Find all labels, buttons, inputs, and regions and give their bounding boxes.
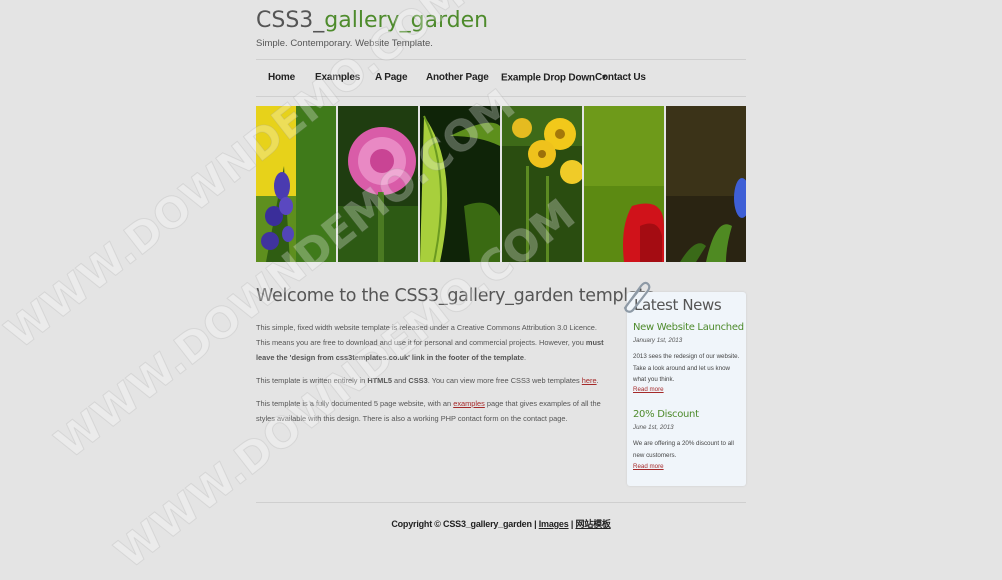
logo-highlight: gallery_garden xyxy=(324,8,489,33)
gallery-image-yellow-daisies[interactable] xyxy=(502,106,582,262)
nav-item-a-page[interactable]: A Page xyxy=(375,60,408,96)
main-nav: Home Examples A Page Another Page Exampl… xyxy=(256,59,746,97)
p1-text: This simple, fixed width website templat… xyxy=(256,323,597,347)
p2-text: This template is written entirely in xyxy=(256,376,368,385)
nav-item-home[interactable]: Home xyxy=(268,60,295,96)
site-logo[interactable]: CSS3_gallery_garden xyxy=(256,8,488,33)
nav-item-contact-us[interactable]: Contact Us xyxy=(595,60,646,96)
intro-paragraph: This simple, fixed width website templat… xyxy=(256,320,606,365)
main-content: Welcome to the CSS3_gallery_garden templ… xyxy=(256,286,656,426)
templates-link[interactable]: 网站模板 xyxy=(575,519,610,529)
p1-end: . xyxy=(524,353,527,362)
footer-text: Copyright © CSS3_gallery_garden | Images… xyxy=(256,517,746,530)
news-title: 20% Discount xyxy=(633,409,699,420)
site-footer: Copyright © CSS3_gallery_garden | Images… xyxy=(256,502,746,529)
news-body: 2013 sees the redesign of our website. T… xyxy=(633,353,740,383)
p2-more: . You can view more free CSS3 web templa… xyxy=(427,376,582,385)
docs-paragraph: This template is a fully documented 5 pa… xyxy=(256,396,606,426)
here-link[interactable]: here xyxy=(582,376,597,385)
p2-and: and xyxy=(391,376,409,385)
gallery-image-red-flower[interactable] xyxy=(584,106,664,262)
p2-css3: CSS3 xyxy=(408,376,428,385)
news-title: New Website Launched xyxy=(633,322,744,333)
news-body: We are offering a 20% discount to all ne… xyxy=(633,440,734,459)
p3-text: This template is a fully documented 5 pa… xyxy=(256,399,454,408)
images-link[interactable]: Images xyxy=(539,519,569,529)
copyright-text: Copyright © CSS3_gallery_garden xyxy=(391,519,532,529)
html5-paragraph: This template is written entirely in HTM… xyxy=(256,373,606,388)
read-more-link[interactable]: Read more xyxy=(633,463,664,470)
gallery-image-blue-bloom[interactable] xyxy=(666,106,746,262)
logo-prefix: CSS3_ xyxy=(256,8,325,33)
news-date: January 1st, 2013 xyxy=(633,337,683,344)
news-date: June 1st, 2013 xyxy=(633,424,674,431)
latest-news-panel: Latest News New Website Launched January… xyxy=(627,292,746,486)
dropdown-label: Example Drop Down xyxy=(501,72,595,84)
p2-html5: HTML5 xyxy=(367,376,392,385)
page-title: Welcome to the CSS3_gallery_garden templ… xyxy=(256,286,656,306)
gallery-image-blue-flowers[interactable] xyxy=(256,106,336,262)
image-gallery xyxy=(256,106,746,262)
site-slogan: Simple. Contemporary. Website Template. xyxy=(256,38,433,49)
read-more-link[interactable]: Read more xyxy=(633,386,664,393)
nav-item-examples[interactable]: Examples xyxy=(315,60,360,96)
paperclip-icon xyxy=(623,281,651,313)
gallery-image-green-leaf[interactable] xyxy=(420,106,500,262)
p2-end: . xyxy=(596,376,599,385)
nav-item-another-page[interactable]: Another Page xyxy=(426,60,489,96)
examples-link[interactable]: examples xyxy=(453,399,485,408)
footer-separator: | xyxy=(531,519,539,529)
gallery-image-pink-thistle[interactable] xyxy=(338,106,418,262)
nav-item-example-drop-down[interactable]: Example Drop Down ▼ xyxy=(501,60,608,96)
